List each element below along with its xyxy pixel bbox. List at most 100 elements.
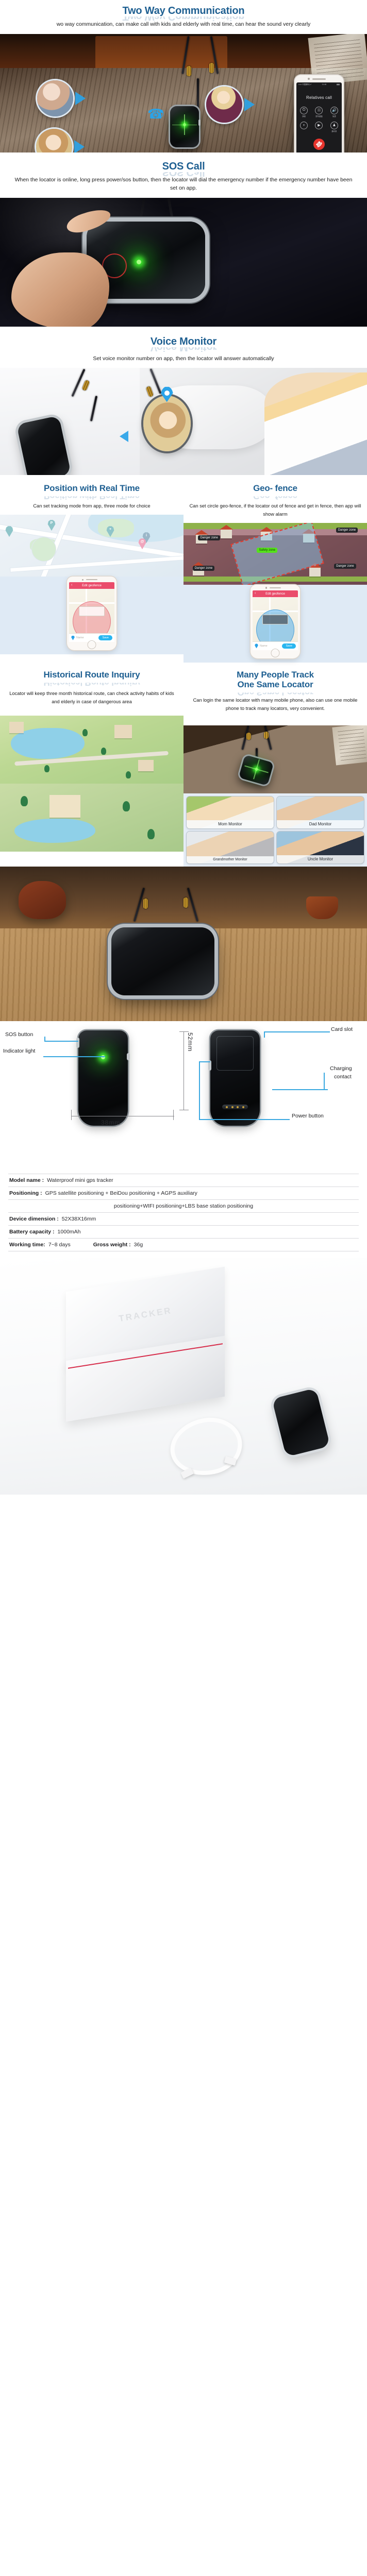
elderly-woman-photo <box>37 80 73 116</box>
monitor-card-mom[interactable]: Mom Monitor <box>187 796 274 828</box>
callout-indicator-light: Indicator light <box>3 1047 36 1054</box>
spec-row-positioning: Positioning : GPS satellite positioning … <box>8 1187 359 1200</box>
danger-zone-tag-2: Danger zone <box>336 528 358 533</box>
device-back-view <box>208 1030 260 1126</box>
add-call-control[interactable]: + <box>300 121 308 132</box>
video-control[interactable]: ▶ <box>315 121 323 132</box>
lanyard-knot-left <box>187 65 191 76</box>
section-lifestyle-photo <box>0 866 367 1021</box>
two-way-description: wo way communication, can make call with… <box>56 21 311 28</box>
app-title-bar: ‹ Edit geofence <box>253 590 298 597</box>
name-input[interactable]: Name <box>76 636 84 639</box>
save-button[interactable]: Save <box>282 643 296 649</box>
app-title-bar: ‹ Edit geofence <box>69 582 114 589</box>
location-info-box <box>79 606 105 617</box>
spec-value: 7~8 days <box>48 1241 71 1248</box>
dim-width-label: 38mm <box>101 1118 121 1126</box>
gps-tracker-device <box>238 754 274 786</box>
app-map[interactable] <box>69 589 114 634</box>
save-button[interactable]: Save <box>98 635 112 641</box>
geofence-circle[interactable] <box>73 601 111 634</box>
arrow-from-elderly <box>75 91 86 105</box>
mute-control[interactable]: ⏻ 静音 <box>300 106 308 117</box>
spec-value: positioning+WIFI positioning+LBS base st… <box>113 1202 254 1209</box>
sound-waves-icon: )) <box>159 108 164 117</box>
many-people-description: Can login the same locator with many mob… <box>193 697 358 711</box>
geofence-title: Geo- fence Geo- fence <box>184 475 367 501</box>
phone-home-button[interactable] <box>271 648 280 657</box>
name-input[interactable]: Name <box>260 645 268 648</box>
history-route-illustration <box>0 715 184 784</box>
spec-key: Battery capacity : <box>9 1228 55 1235</box>
route-tree-1 <box>82 728 88 736</box>
side-button <box>198 119 201 126</box>
callout-sos-button: SOS button <box>5 1031 34 1038</box>
spec-value: Waterproof mini gps tracker <box>47 1177 113 1183</box>
column-many-people-track: Many People Track One Same Locator One S… <box>184 663 367 867</box>
section-sos-call: SOS Call SOS Call When the locator is on… <box>0 152 367 327</box>
caller-name: Relatives call <box>306 95 332 100</box>
route-building-b <box>114 724 132 738</box>
papers-stack <box>332 725 367 766</box>
app-bar-title: Edit geofence <box>265 591 285 596</box>
keypad-control[interactable]: ☷ 拨号键盘 <box>315 106 323 117</box>
back-chevron-icon[interactable]: ‹ <box>71 583 72 587</box>
spec-value: 1000mAh <box>57 1228 81 1235</box>
monitor-label: Mom Monitor <box>187 820 274 828</box>
house-2 <box>221 529 232 538</box>
history-people-photo <box>0 783 184 852</box>
gps-tracker-device <box>170 106 201 147</box>
tracker-device-large <box>111 927 214 995</box>
mp-knot-right <box>264 731 269 739</box>
speaker-control[interactable]: 🔊 免提 <box>330 106 338 117</box>
lanyard-knot-right <box>209 62 214 73</box>
phone-home-button[interactable] <box>87 640 96 650</box>
route-tree-2 <box>101 747 106 755</box>
spec-row-working-time-weight: Working time: 7~8 days Gross weight : 36… <box>8 1239 359 1251</box>
spec-row-model-name: Model name : Waterproof mini gps tracker <box>8 1173 359 1187</box>
location-pin-icon <box>160 386 173 402</box>
contacts-control[interactable]: ♟ 通讯录 <box>330 121 338 132</box>
card-slot <box>216 1036 254 1071</box>
phone-screen: ••••• 中国移动 ✔ 11:46 ▮▮▮ Relatives call ⏻ … <box>296 82 342 152</box>
keypad-label: 拨号键盘 <box>315 115 323 117</box>
leader-line-charging <box>272 1089 328 1090</box>
callout-charging-contact-l1: Charging <box>330 1065 352 1072</box>
two-way-photo: ☎ )) ••••• 中国移动 ✔ 11:46 ▮▮▮ Relatives ca… <box>0 33 367 152</box>
mute-label: 静音 <box>302 115 306 117</box>
spec-key: Positioning : <box>9 1190 42 1196</box>
tea-cup <box>306 896 338 919</box>
monitor-label: Grandmother Monitor <box>187 856 274 863</box>
app-map[interactable] <box>253 597 298 641</box>
route-building-a <box>9 721 24 733</box>
spec-key: Model name : <box>9 1177 44 1183</box>
geofence-circle[interactable] <box>256 609 294 641</box>
callout-charging-contact-l2: contact <box>334 1073 352 1080</box>
leader-line-sos-riser <box>44 1036 45 1041</box>
column-geofence: Geo- fence Geo- fence Can set circle geo… <box>184 475 367 663</box>
keypad-icon: ☷ <box>315 106 323 114</box>
monitor-card-grandmother[interactable]: Grandmother Monitor <box>187 831 274 863</box>
back-chevron-icon[interactable]: ‹ <box>255 591 256 595</box>
vm-knot-a <box>81 380 90 392</box>
phone-camera-icon <box>265 587 268 589</box>
spec-row-device-dimension: Device dimension : 52X38X16mm <box>8 1213 359 1226</box>
callout-power-button: Power button <box>292 1112 324 1119</box>
phone-speaker <box>312 78 326 80</box>
section-voice-monitor: Voice Monitor Voice Monitor Set voice mo… <box>0 327 367 476</box>
voice-monitor-photo <box>0 368 367 476</box>
spec-group-gross-weight: Gross weight : 36g <box>93 1242 143 1248</box>
position-app-phone: ‹ Edit geofence Name Save <box>67 577 116 651</box>
monitor-card-dad[interactable]: Dad Monitor <box>277 796 364 828</box>
monitor-card-uncle[interactable]: Uncle Monitor <box>277 831 364 863</box>
spec-value: 36g <box>134 1241 143 1248</box>
route-building-c <box>138 759 154 771</box>
leader-line-indicator <box>43 1056 105 1057</box>
dim-horizontal-tick-right <box>173 1109 174 1120</box>
route-tree-3 <box>44 765 49 772</box>
end-call-icon[interactable]: ☎ <box>311 136 327 152</box>
contact-pin <box>242 1106 245 1108</box>
contact-pin <box>225 1106 228 1108</box>
park-building <box>49 794 80 818</box>
many-people-title-line1: Many People Track <box>237 669 314 680</box>
